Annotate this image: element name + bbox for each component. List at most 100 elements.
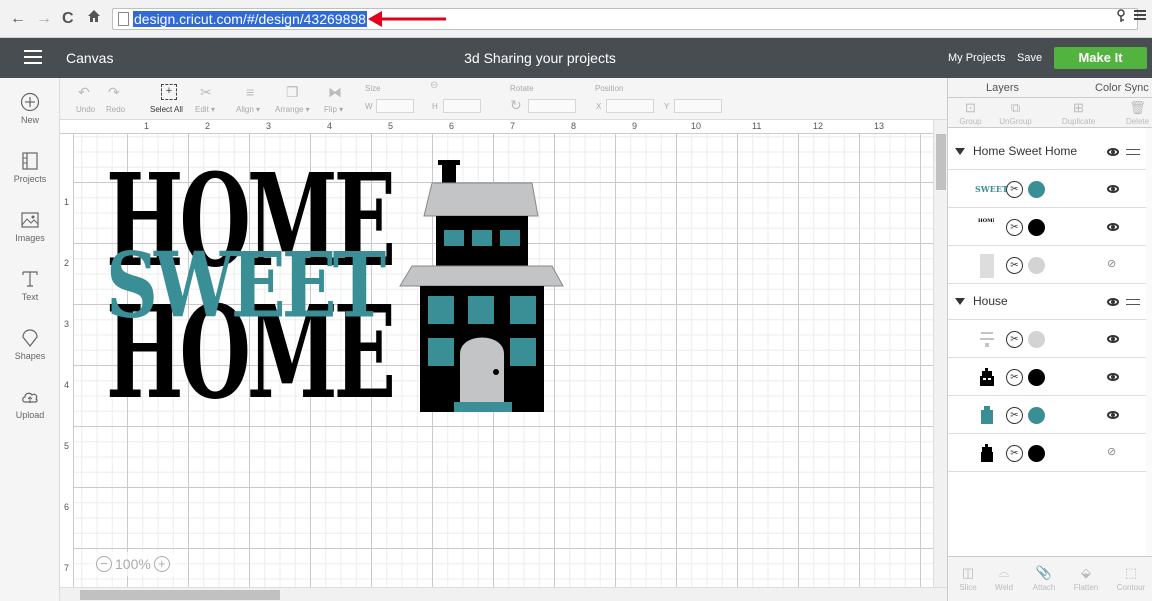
layer-group-house[interactable]: House — [948, 284, 1146, 320]
position-label: Position — [595, 84, 624, 93]
back-arrow-icon[interactable]: ← — [10, 9, 26, 29]
zoom-out-button[interactable]: − — [96, 556, 112, 572]
tab-color-sync[interactable]: Color Sync — [1095, 82, 1149, 94]
zoom-in-button[interactable]: + — [153, 556, 170, 572]
cut-icon[interactable]: ✂ — [1006, 369, 1023, 386]
projects-button[interactable]: Projects — [0, 151, 60, 184]
layer-row-house-base[interactable]: ✂ ⊘ — [948, 435, 1146, 472]
reload-icon[interactable]: C — [62, 9, 74, 29]
eye-icon[interactable] — [1107, 185, 1119, 193]
collapse-triangle-icon[interactable] — [955, 148, 965, 155]
projects-label: Projects — [13, 174, 47, 184]
arrange-label[interactable]: Arrange ▾ — [275, 105, 310, 114]
undo-icon[interactable]: ↶ — [78, 84, 90, 101]
home-icon[interactable] — [87, 9, 101, 29]
eye-icon[interactable] — [1107, 148, 1119, 156]
cut-icon[interactable]: ✂ — [1006, 219, 1023, 236]
contour-button[interactable]: ⬚ Contour — [1111, 565, 1151, 592]
layer-row-house-black[interactable]: ✂ — [948, 359, 1146, 396]
key-icon[interactable] — [1116, 9, 1126, 26]
color-swatch[interactable] — [1028, 257, 1045, 274]
images-button[interactable]: Images — [0, 210, 60, 243]
arrange-icon[interactable]: ❐ — [286, 84, 299, 101]
cut-icon[interactable]: ✂ — [1006, 331, 1023, 348]
align-icon[interactable]: ≡ — [246, 84, 254, 100]
ungroup-button[interactable]: ⧉ UnGroup — [993, 100, 1038, 126]
y-input[interactable] — [674, 99, 722, 113]
panel-scrollbar[interactable] — [1146, 128, 1152, 556]
horizontal-ruler: 1 2 3 4 5 6 7 8 9 10 11 12 13 — [60, 120, 933, 134]
make-it-button[interactable]: Make It — [1054, 47, 1147, 69]
cut-icon[interactable]: ✂ — [1006, 407, 1023, 424]
flatten-button[interactable]: ⬙ Flatten — [1066, 565, 1106, 592]
scissors-icon[interactable]: ✂ — [200, 84, 212, 101]
panel-bottom-tools: ◫ Slice ⌓ Weld 📎 Attach ⬙ Flatten ⬚ Contour — [948, 556, 1152, 601]
cut-icon[interactable]: ✂ — [1006, 181, 1023, 198]
red-arrow-annotation — [368, 11, 446, 27]
ungroup-label: UnGroup — [999, 117, 1032, 126]
edit-label[interactable]: Edit ▾ — [195, 105, 215, 114]
scroll-thumb[interactable] — [80, 590, 280, 600]
cut-icon[interactable]: ✂ — [1006, 445, 1023, 462]
x-label: X — [596, 102, 602, 111]
layer-row-windows[interactable]: ✂ — [948, 397, 1146, 434]
align-label[interactable]: Align ▾ — [236, 105, 260, 114]
color-swatch[interactable] — [1028, 219, 1045, 236]
trash-icon: 🗑 — [1129, 100, 1146, 115]
eye-hidden-icon[interactable]: ⊘ — [1107, 257, 1116, 270]
eye-icon[interactable] — [1107, 335, 1119, 343]
weld-button[interactable]: ⌓ Weld — [984, 565, 1024, 592]
address-bar[interactable]: design.cricut.com/#/design/43269898 — [112, 8, 1138, 30]
height-input[interactable] — [443, 99, 481, 113]
color-swatch[interactable] — [1028, 445, 1045, 462]
horizontal-scrollbar[interactable] — [60, 587, 947, 601]
slice-button[interactable]: ◫ Slice — [948, 565, 988, 592]
lock-icon[interactable]: ⊖ — [430, 80, 438, 91]
my-projects-link[interactable]: My Projects — [948, 52, 1005, 64]
sweet-text[interactable]: SWEET — [106, 239, 386, 330]
color-swatch[interactable] — [1028, 181, 1045, 198]
color-swatch[interactable] — [1028, 407, 1045, 424]
collapse-triangle-icon[interactable] — [955, 298, 965, 305]
eye-icon[interactable] — [1107, 298, 1119, 306]
eye-icon[interactable] — [1107, 411, 1119, 419]
shapes-button[interactable]: Shapes — [0, 328, 60, 361]
flip-label[interactable]: Flip ▾ — [324, 105, 343, 114]
x-input[interactable] — [606, 99, 654, 113]
eye-icon[interactable] — [1107, 373, 1119, 381]
scroll-thumb[interactable] — [936, 134, 946, 190]
width-input[interactable] — [376, 99, 414, 113]
drag-handle-icon[interactable] — [1126, 299, 1140, 305]
rotate-input[interactable] — [528, 99, 576, 113]
select-all-label[interactable]: Select All — [150, 105, 183, 114]
save-button[interactable]: Save — [1017, 52, 1042, 64]
flip-icon[interactable]: ⧓ — [328, 84, 342, 101]
select-all-icon[interactable]: + — [161, 84, 177, 100]
layer-row-roof[interactable]: ✂ — [948, 321, 1146, 358]
tab-layers[interactable]: Layers — [986, 82, 1019, 94]
layer-row-background[interactable]: ✂ ⊘ — [948, 247, 1146, 284]
eye-icon[interactable] — [1107, 223, 1119, 231]
eye-hidden-icon[interactable]: ⊘ — [1107, 445, 1116, 458]
group-button[interactable]: ⊡ Group — [948, 100, 993, 126]
text-button[interactable]: Text — [0, 269, 60, 302]
browser-menu-icon[interactable] — [1134, 8, 1146, 27]
house-graphic[interactable] — [398, 158, 566, 414]
layer-row-home[interactable]: HOME ✂ — [948, 209, 1146, 246]
new-button[interactable]: New — [0, 92, 60, 125]
attach-button[interactable]: 📎 Attach — [1024, 565, 1064, 592]
layer-row-sweet[interactable]: SWEET ✂ — [948, 171, 1146, 208]
layer-group-home-sweet-home[interactable]: Home Sweet Home — [948, 134, 1146, 170]
forward-arrow-icon[interactable]: → — [36, 9, 52, 29]
vertical-scrollbar[interactable] — [933, 120, 947, 587]
delete-button[interactable]: 🗑 Delete — [1115, 100, 1152, 126]
url-text[interactable]: design.cricut.com/#/design/43269898 — [133, 11, 367, 27]
redo-icon[interactable]: ↷ — [108, 84, 120, 101]
duplicate-button[interactable]: ⊞ Duplicate — [1056, 100, 1101, 126]
zoom-value: 100% — [115, 556, 151, 572]
drag-handle-icon[interactable] — [1126, 149, 1140, 155]
cut-icon[interactable]: ✂ — [1006, 257, 1023, 274]
color-swatch[interactable] — [1028, 331, 1045, 348]
color-swatch[interactable] — [1028, 369, 1045, 386]
upload-button[interactable]: Upload — [0, 387, 60, 420]
